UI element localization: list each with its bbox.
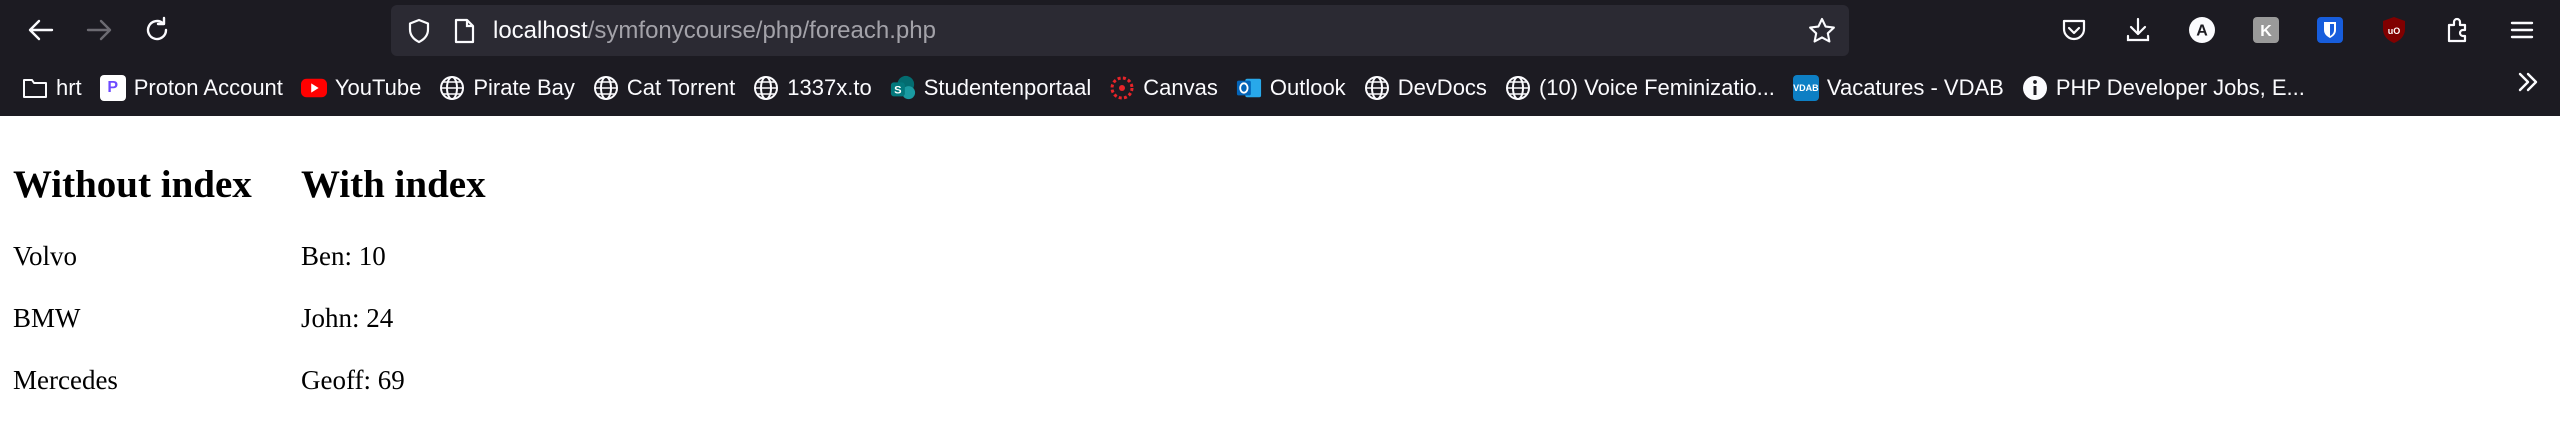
list-item: Geoff: 69 bbox=[301, 365, 405, 395]
shield-icon[interactable] bbox=[405, 17, 433, 45]
bookmark-php-developer-jobs[interactable]: PHP Developer Jobs, E... bbox=[2018, 68, 2313, 108]
bookmark-label: YouTube bbox=[334, 75, 422, 100]
svg-text:uO: uO bbox=[2388, 26, 2401, 36]
canvas-icon bbox=[1109, 75, 1135, 101]
svg-text:S: S bbox=[894, 85, 901, 97]
extensions-button[interactable] bbox=[2426, 0, 2490, 60]
bookmark-devdocs[interactable]: DevDocs bbox=[1360, 68, 1495, 108]
globe-icon bbox=[1505, 75, 1531, 101]
bookmark-outlook[interactable]: Outlook bbox=[1232, 68, 1354, 108]
column-heading: With index bbox=[301, 163, 486, 206]
sharepoint-icon: S bbox=[890, 75, 916, 101]
proton-icon: P bbox=[99, 75, 126, 101]
extension-k-icon: K bbox=[2253, 17, 2279, 43]
star-icon[interactable] bbox=[1807, 16, 1837, 46]
foreach-table: Without index Volvo BMW Mercedes With in… bbox=[13, 162, 486, 396]
column-without-index: Without index Volvo BMW Mercedes bbox=[13, 162, 301, 396]
bookmark-pirate-bay[interactable]: Pirate Bay bbox=[435, 68, 583, 108]
ublock-button[interactable]: uO bbox=[2362, 0, 2426, 60]
reload-button[interactable] bbox=[130, 3, 184, 57]
bookmark-label: (10) Voice Feminizatio... bbox=[1538, 75, 1775, 100]
list-item: Ben: 10 bbox=[301, 241, 386, 271]
menu-button[interactable] bbox=[2490, 0, 2554, 60]
column-heading: Without index bbox=[13, 163, 252, 206]
ublock-icon: uO bbox=[2383, 17, 2405, 43]
reload-icon bbox=[146, 16, 168, 41]
bookmark-label: Studentenportaal bbox=[923, 75, 1092, 100]
bookmarks-toolbar: hrt P Proton Account YouTube Pirate Bay … bbox=[0, 60, 2560, 116]
arrow-left-icon bbox=[28, 19, 54, 41]
bookmark-label: Outlook bbox=[1269, 75, 1346, 100]
address-bar[interactable]: localhost/symfonycourse/php/foreach.php bbox=[391, 5, 1849, 56]
folder-icon bbox=[22, 75, 48, 101]
extension-k-button[interactable]: K bbox=[2234, 0, 2298, 60]
bitwarden-button[interactable] bbox=[2298, 0, 2362, 60]
svg-text:A: A bbox=[2196, 23, 2208, 40]
globe-icon bbox=[753, 75, 779, 101]
globe-icon bbox=[439, 75, 465, 101]
bookmark-canvas[interactable]: Canvas bbox=[1105, 68, 1226, 108]
bookmark-studentenportaal[interactable]: S Studentenportaal bbox=[886, 68, 1100, 108]
bookmark-label: Canvas bbox=[1143, 75, 1218, 100]
info-icon bbox=[2022, 75, 2048, 101]
url-text[interactable]: localhost/symfonycourse/php/foreach.php bbox=[493, 17, 936, 45]
back-button[interactable] bbox=[14, 3, 68, 57]
column-with-index: With index Ben: 10 John: 24 Geoff: 69 bbox=[301, 162, 486, 396]
bookmarks-overflow-button[interactable] bbox=[2514, 68, 2542, 104]
bitwarden-icon bbox=[2317, 17, 2343, 43]
page-content: Without index Volvo BMW Mercedes With in… bbox=[0, 162, 2560, 396]
download-icon bbox=[2126, 17, 2150, 42]
pocket-icon bbox=[2062, 19, 2086, 41]
youtube-icon bbox=[300, 75, 327, 101]
extensions-icon bbox=[2447, 17, 2467, 43]
bookmark-label: Proton Account bbox=[133, 75, 283, 100]
menu-icon bbox=[2510, 21, 2534, 39]
list-item: Mercedes bbox=[13, 365, 118, 395]
page-info-icon[interactable] bbox=[451, 17, 477, 45]
bookmark-label: hrt bbox=[56, 75, 82, 100]
bookmark-label: Cat Torrent bbox=[626, 75, 736, 100]
url-host: localhost bbox=[493, 16, 588, 44]
list-item: John: 24 bbox=[301, 303, 394, 333]
list-item: Volvo bbox=[13, 241, 78, 271]
globe-icon bbox=[1364, 75, 1390, 101]
bookmark-label: PHP Developer Jobs, E... bbox=[2055, 75, 2305, 100]
bookmark-label: Vacatures - VDAB bbox=[1826, 75, 2004, 100]
downloads-button[interactable] bbox=[2106, 0, 2170, 60]
bookmark-cat-torrent[interactable]: Cat Torrent bbox=[589, 68, 743, 108]
bookmark-voice-feminization[interactable]: (10) Voice Feminizatio... bbox=[1501, 68, 1783, 108]
bookmark-label: Pirate Bay bbox=[473, 75, 575, 100]
account-button[interactable]: A bbox=[2170, 0, 2234, 60]
bookmark-1337x[interactable]: 1337x.to bbox=[749, 68, 879, 108]
bookmark-youtube[interactable]: YouTube bbox=[297, 68, 429, 108]
pocket-button[interactable] bbox=[2042, 0, 2106, 60]
list-item: BMW bbox=[13, 303, 81, 333]
bookmark-proton-account[interactable]: P Proton Account bbox=[96, 68, 291, 108]
toolbar-right: A K uO bbox=[2042, 0, 2560, 60]
chevron-double-right-icon bbox=[2518, 72, 2538, 92]
bookmark-label: DevDocs bbox=[1397, 75, 1487, 100]
svg-text:K: K bbox=[2260, 23, 2272, 40]
arrow-right-icon bbox=[86, 19, 112, 41]
account-icon: A bbox=[2189, 17, 2215, 43]
url-path: /symfonycourse/php/foreach.php bbox=[587, 16, 936, 44]
bookmark-vdab[interactable]: VDAB Vacatures - VDAB bbox=[1789, 68, 2012, 108]
bookmark-hrt[interactable]: hrt bbox=[18, 68, 90, 108]
vdab-icon: VDAB bbox=[1792, 75, 1819, 101]
bookmark-label: 1337x.to bbox=[787, 75, 872, 100]
forward-button[interactable] bbox=[72, 3, 126, 57]
navigation-toolbar: localhost/symfonycourse/php/foreach.php … bbox=[0, 0, 2560, 60]
outlook-icon bbox=[1236, 75, 1262, 101]
globe-icon bbox=[593, 75, 619, 101]
browser-chrome: localhost/symfonycourse/php/foreach.php … bbox=[0, 0, 2560, 116]
